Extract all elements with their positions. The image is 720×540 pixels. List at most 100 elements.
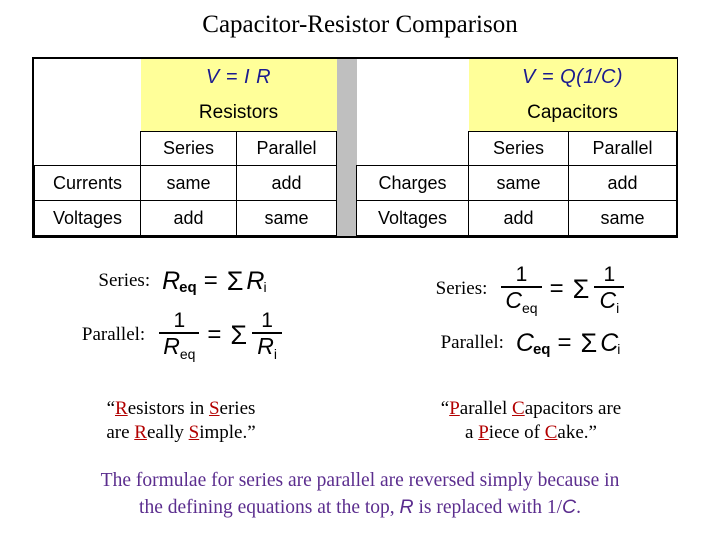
left-subject-blank: [34, 95, 141, 132]
denominator-ceq: Ceq: [501, 286, 541, 316]
right-header-blank: [356, 131, 470, 167]
right-subject-blank: [356, 95, 469, 132]
sigma-icon: Σ: [226, 265, 244, 296]
ci-subscript-den: i: [616, 299, 620, 316]
quote-line-1: “Parallel Capacitors are: [366, 397, 696, 421]
page-title: Capacitor-Resistor Comparison: [202, 11, 518, 38]
quote-text-2c: imple.”: [199, 422, 256, 443]
right-subject-cell: Capacitors: [468, 95, 677, 132]
capacitor-series-expression: 1 Ceq = Σ 1 Ci: [499, 262, 626, 316]
capacitor-parallel-formula: Parallel: Ceq = Σ Ci: [366, 320, 696, 366]
ci-var: C: [600, 328, 619, 357]
left-row-label-currents: Currents: [34, 165, 141, 202]
fraction-one-over-ri: 1 Ri: [252, 308, 283, 362]
fraction-one-over-ceq: 1 Ceq: [501, 263, 542, 316]
sigma-icon: Σ: [580, 327, 598, 358]
left-header-blank: [34, 131, 141, 167]
quote-initial-p: P: [449, 398, 460, 419]
quote-open-mark: “: [440, 398, 450, 419]
ri-var-den: R: [257, 332, 274, 359]
resistor-mnemonic-quote: “Resistors in Series are Really Simple.”: [16, 397, 346, 445]
capacitor-parallel-label: Parallel:: [440, 332, 504, 353]
quote-text-2a: are: [106, 422, 135, 443]
resistor-formulas: Series: Req = Σ Ri Parallel: 1 Req = Σ 1…: [18, 258, 348, 366]
right-row-label-charges: Charges: [356, 165, 470, 202]
quote-initial-c: C: [512, 398, 525, 419]
left-row-label-voltages: Voltages: [34, 200, 141, 236]
ceq-subscript-den: eq: [522, 299, 538, 316]
sigma-icon: Σ: [230, 319, 248, 350]
footer-line-2: the defining equations at the top, R is …: [22, 494, 698, 521]
right-cell-charges-series: same: [468, 165, 570, 202]
right-cell-charges-parallel: add: [568, 165, 678, 202]
right-subject-text: Capacitors: [527, 101, 618, 123]
quote-text-2b: eally: [146, 422, 189, 443]
quote-text-2b: iece of: [488, 422, 545, 443]
footer-var-r: R: [399, 496, 414, 518]
footer-var-c: C: [561, 496, 577, 518]
numerator-one: 1: [261, 308, 273, 332]
ceq-var: C: [515, 328, 534, 357]
left-cell-voltages-parallel: same: [235, 200, 338, 236]
right-row-label-voltages: Voltages: [356, 200, 470, 236]
fraction-one-over-req: 1 Req: [159, 308, 200, 362]
left-cell-currents-parallel: add: [235, 165, 338, 202]
quote-text-1b: eries: [219, 398, 256, 419]
quote-line-2: are Really Simple.”: [16, 421, 346, 445]
table-row-equation: V = I R V = Q(1/C): [34, 59, 677, 201]
capacitor-mnemonic-quote: “Parallel Capacitors are a Piece of Cake…: [366, 397, 696, 445]
equals-sign: =: [549, 275, 564, 302]
sigma-icon: Σ: [572, 273, 590, 304]
right-corner-blank: [356, 59, 469, 96]
footer-text-c: .: [576, 497, 581, 518]
left-cell-voltages-series: add: [140, 200, 237, 236]
footer-explanation: The formulae for series are parallel are…: [22, 468, 698, 521]
ri-subscript: i: [263, 279, 267, 295]
right-equation-cell: V = Q(1/C): [468, 59, 677, 96]
denominator-ci: Ci: [595, 286, 623, 316]
quote-text-1b: apacitors are: [524, 398, 622, 419]
quote-initial-p2: P: [478, 422, 489, 443]
right-cell-voltages-series: add: [468, 200, 570, 236]
left-equation-cell: V = I R: [140, 59, 337, 96]
quote-text-1a: arallel: [459, 398, 512, 419]
numerator-one: 1: [173, 308, 186, 332]
quote-initial-s2: S: [188, 422, 200, 443]
capacitor-series-label: Series:: [435, 278, 488, 299]
left-subject-text: Resistors: [198, 101, 279, 123]
ri-subscript-den: i: [273, 345, 277, 362]
resistor-series-label: Series:: [98, 270, 151, 291]
ci-var-den: C: [599, 286, 617, 313]
req-subscript: eq: [179, 278, 197, 296]
fraction-one-over-ci: 1 Ci: [594, 262, 625, 316]
comparison-table: V = I R V = Q(1/C) Resistors Capacitors: [32, 57, 678, 238]
right-col-header-series: Series: [468, 130, 570, 167]
right-cell-voltages-parallel: same: [568, 200, 678, 236]
quote-initial-r: R: [115, 398, 128, 419]
comparison-grid: V = I R V = Q(1/C) Resistors Capacitors: [34, 59, 678, 236]
left-col-header-parallel: Parallel: [235, 130, 338, 167]
equals-sign: =: [207, 321, 222, 348]
left-cell-currents-series: same: [140, 165, 237, 202]
column-separator: [336, 59, 357, 201]
resistor-series-expression: Req = Σ Ri: [162, 266, 267, 297]
left-equation-text: V = I R: [205, 65, 272, 88]
table-row-second: Voltages add same Voltages add same: [34, 200, 678, 236]
resistor-parallel-formula: Parallel: 1 Req = Σ 1 Ri: [18, 304, 348, 366]
quote-initial-s: S: [208, 398, 220, 419]
quote-initial-r2: R: [134, 422, 147, 443]
footer-text-a: the defining equations at the top,: [139, 497, 400, 518]
denominator-req: Req: [159, 334, 199, 362]
ci-subscript: i: [617, 341, 621, 357]
footer-text-b: is replaced with 1/: [413, 497, 562, 518]
numerator-one: 1: [603, 262, 616, 286]
capacitor-series-formula: Series: 1 Ceq = Σ 1 Ci: [366, 258, 696, 320]
ceq-subscript: eq: [532, 340, 551, 358]
quote-open-mark: “: [106, 398, 115, 419]
ceq-var-den: C: [505, 286, 523, 313]
ri-var: R: [246, 266, 265, 295]
capacitor-parallel-expression: Ceq = Σ Ci: [516, 328, 621, 359]
resistor-series-formula: Series: Req = Σ Ri: [18, 258, 348, 304]
quote-initial-c2: C: [544, 422, 558, 443]
denominator-ri: Ri: [253, 332, 281, 362]
